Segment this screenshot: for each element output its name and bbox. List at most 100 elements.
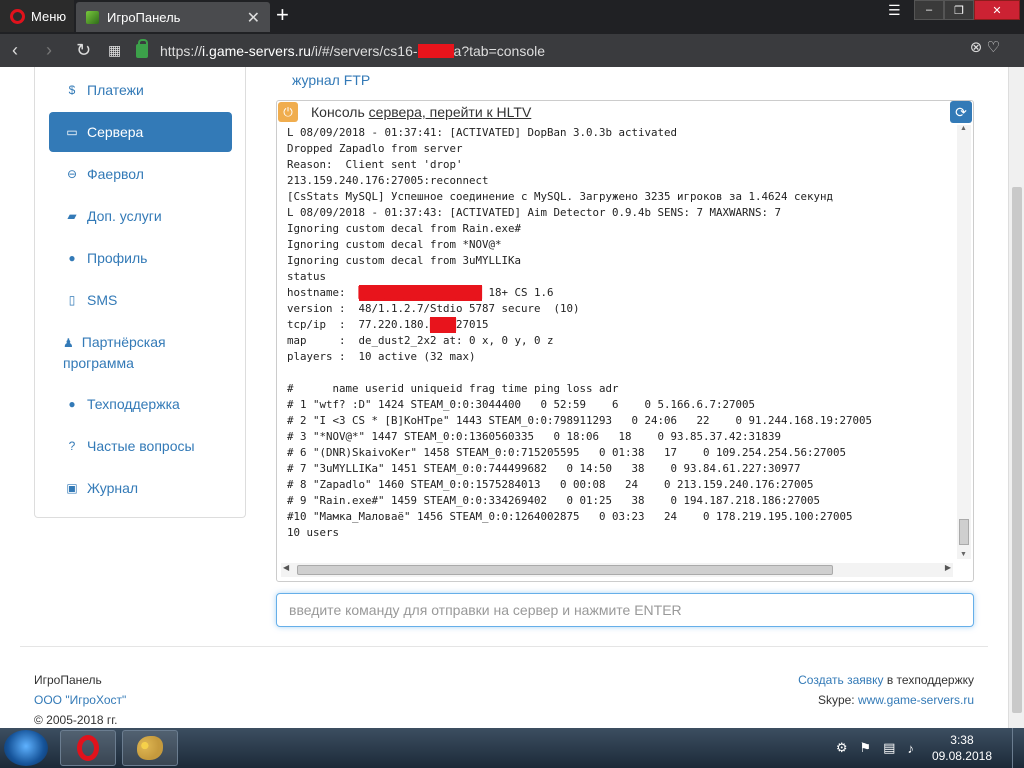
network-icon[interactable]: ▤ <box>883 740 895 756</box>
windows-taskbar: ⚙ ⚑ ▤ ♪ 3:38 09.08.2018 <box>0 728 1024 768</box>
footer-divider <box>20 646 988 647</box>
tab-close-icon[interactable]: ✕ <box>247 8 260 28</box>
forward-icon[interactable]: › <box>46 40 52 61</box>
sidebar-item-firewall[interactable]: ⊖ Фаервол <box>49 154 232 194</box>
scroll-thumb[interactable] <box>1012 187 1022 713</box>
console-line: # 2 "I <3 CS * [B]КоНТре" 1443 STEAM_0:0… <box>287 414 873 427</box>
console-line: hostname: ███████████████████ 18+ CS 1.6 <box>287 285 554 301</box>
secure-lock-icon <box>136 39 148 58</box>
ftp-log-link[interactable]: журнал FTP <box>292 72 370 88</box>
sidebar-item-support[interactable]: ● Техподдержка <box>49 384 232 424</box>
page-vertical-scrollbar[interactable] <box>1008 67 1024 728</box>
minimize-icon[interactable]: – <box>914 0 944 20</box>
taskbar-opera[interactable] <box>60 730 116 766</box>
console-title-prefix: Консоль <box>311 104 369 120</box>
console-line: 10 users <box>287 526 340 539</box>
redaction-mark: ████ <box>430 317 457 333</box>
clock[interactable]: 3:38 09.08.2018 <box>932 732 992 764</box>
copyright: © 2005-2018 гг. <box>34 713 118 727</box>
console-line: L 08/09/2018 - 01:37:41: [ACTIVATED] Dop… <box>287 126 678 139</box>
sidebar-item-label: Профиль <box>87 250 148 266</box>
question-icon: ? <box>68 439 76 453</box>
skype-link[interactable]: www.game-servers.ru <box>858 693 974 707</box>
console-line: Ignoring custom decal from 3uMYLLIKa <box>287 254 522 267</box>
scroll-left-icon[interactable]: ◀ <box>283 563 289 572</box>
sidebar-item-extra-services[interactable]: ▰ Доп. услуги <box>49 196 232 236</box>
scroll-up-icon[interactable]: ▲ <box>960 125 967 132</box>
company-link[interactable]: ООО "ИгроХост" <box>34 690 126 710</box>
hltv-link[interactable]: сервера, перейти к HLTV <box>369 104 532 120</box>
scroll-right-icon[interactable]: ▶ <box>945 563 951 572</box>
console-header: ⏻ Консоль сервера, перейти к HLTV ⟳ <box>277 101 973 123</box>
console-line: players : 10 active (32 max) <box>287 350 476 363</box>
opera-icon <box>77 735 99 761</box>
sidebar-item-label: Платежи <box>87 82 144 98</box>
console-horizontal-scrollbar[interactable]: ◀ ▶ <box>281 563 953 577</box>
console-line: # 3 "*NOV@*" 1447 STEAM_0:0:1360560335 0… <box>287 430 782 443</box>
sidebar-item-faq[interactable]: ? Частые вопросы <box>49 426 232 466</box>
support-line: Создать заявку в техподдержку <box>798 670 974 690</box>
scroll-thumb[interactable] <box>959 519 969 545</box>
create-ticket-link[interactable]: Создать заявку <box>798 673 883 687</box>
sidebar-item-payments[interactable]: $ Платежи <box>49 70 232 110</box>
console-line: # 7 "3uMYLLIKa" 1451 STEAM_0:0:744499682… <box>287 462 801 475</box>
refresh-icon[interactable]: ⟳ <box>950 101 972 123</box>
maximize-icon[interactable]: ❐ <box>944 0 974 20</box>
steam-icon[interactable]: ⚙ <box>836 740 848 756</box>
folder-icon: ▰ <box>67 209 77 223</box>
footer-brand: ИгроПанель <box>34 673 102 687</box>
start-button-icon[interactable] <box>4 730 48 766</box>
command-input[interactable] <box>276 593 974 627</box>
console-output: L 08/09/2018 - 01:37:41: [ACTIVATED] Dop… <box>287 125 957 559</box>
console-title: Консоль сервера, перейти к HLTV <box>311 104 531 120</box>
redaction-mark: ███████████████████ <box>358 285 483 301</box>
console-line: [CsStats MySQL] Успешное соединение с My… <box>287 190 834 203</box>
power-icon[interactable]: ⏻ <box>278 102 298 122</box>
action-center-icon[interactable]: ⚑ <box>859 740 871 756</box>
url-field[interactable]: https://i.game-servers.ru/i/#/servers/cs… <box>136 38 1016 64</box>
sidebar-item-label: Частые вопросы <box>87 438 195 454</box>
partners-icon: ♟ <box>63 336 74 350</box>
reload-icon[interactable]: ↻ <box>76 40 91 61</box>
console-panel: ⏻ Консоль сервера, перейти к HLTV ⟳ L 08… <box>276 100 974 582</box>
sidebar-item-profile[interactable]: ● Профиль <box>49 238 232 278</box>
sidebar-item-label: ♟ Партнёрская программа <box>63 332 223 373</box>
console-line: Dropped Zapadlo from server <box>287 142 463 155</box>
volume-icon[interactable]: ♪ <box>907 741 914 756</box>
opera-logo-icon <box>10 8 25 24</box>
url-path-end: a?tab=console <box>453 43 546 59</box>
footer-left: ИгроПанель ООО "ИгроХост" © 2005-2018 гг… <box>34 670 126 728</box>
block-icon[interactable]: ⊗ <box>970 39 983 56</box>
sidebar-item-servers[interactable]: ▭ Сервера <box>49 112 232 152</box>
back-icon[interactable]: ‹ <box>12 40 18 61</box>
taskbar-paint[interactable] <box>122 730 178 766</box>
sidebar-item-sms[interactable]: ▯ SMS <box>49 280 232 320</box>
support-icon: ● <box>68 397 76 411</box>
close-window-icon[interactable]: ✕ <box>974 0 1020 20</box>
menu-label: Меню <box>31 8 67 24</box>
scroll-down-icon[interactable]: ▼ <box>960 551 967 558</box>
console-line: #10 "Мамка_Маловаё" 1456 STEAM_0:0:12640… <box>287 510 853 523</box>
sidebar-item-label: Доп. услуги <box>87 208 162 224</box>
address-bar-actions: ⊗ ♡ <box>970 38 1000 56</box>
skype-line: Skype: www.game-servers.ru <box>798 690 974 710</box>
opera-menu-button[interactable]: Меню <box>0 0 74 32</box>
browser-tab-bar: Меню ИгроПанель ✕ + ☰ – ❐ ✕ <box>0 0 1024 34</box>
console-line: # 6 "(DNR)SkaivoKer" 1458 STEAM_0:0:7152… <box>287 446 847 459</box>
sidebar-item-partners[interactable]: ♟ Партнёрская программа <box>49 332 232 376</box>
easy-setup-icon[interactable]: ☰ <box>888 2 901 19</box>
journal-icon: ▣ <box>66 481 78 495</box>
paint-icon <box>137 736 163 760</box>
speed-dial-icon[interactable]: ▦ <box>108 42 121 59</box>
sidebar-item-label-text: Партнёрская программа <box>63 334 166 371</box>
server-icon: ▭ <box>66 125 78 139</box>
browser-tab[interactable]: ИгроПанель ✕ <box>76 2 270 32</box>
new-tab-icon[interactable]: + <box>276 4 289 26</box>
heart-bookmark-icon[interactable]: ♡ <box>987 39 1000 56</box>
sidebar: $ Платежи ▭ Сервера ⊖ Фаервол ▰ Доп. усл… <box>34 67 246 518</box>
console-vertical-scrollbar[interactable]: ▲ ▼ <box>957 125 971 559</box>
console-line: # 9 "Rain.exe#" 1459 STEAM_0:0:334269402… <box>287 494 821 507</box>
sidebar-item-journal[interactable]: ▣ Журнал <box>49 468 232 508</box>
show-desktop-button[interactable] <box>1012 728 1024 768</box>
scroll-thumb[interactable] <box>297 565 833 575</box>
